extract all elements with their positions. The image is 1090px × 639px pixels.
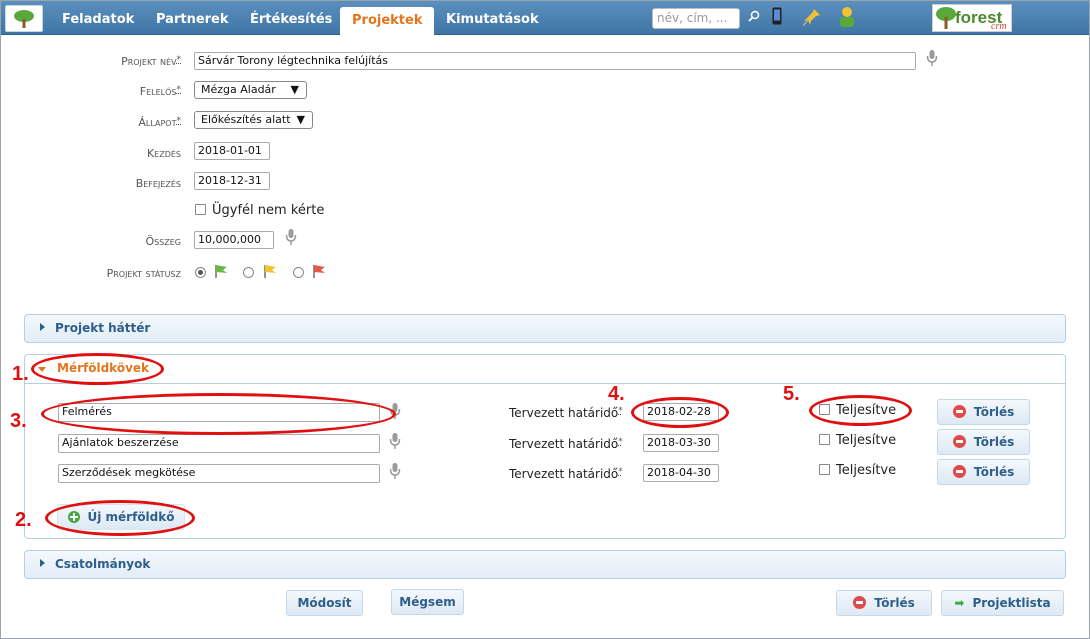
done-label: Teljesítve — [836, 463, 897, 478]
app-window: Feladatok Partnerek Értékesítés Projekte… — [0, 0, 1090, 639]
tab-kimutatasok[interactable]: Kimutatások — [446, 1, 539, 35]
yellow-flag-icon — [263, 264, 277, 278]
milestone-name-input[interactable]: Szerződések megkötése — [58, 464, 380, 483]
user-avatar-icon[interactable] — [837, 5, 857, 27]
section-title: Projekt háttér — [55, 321, 151, 335]
state-label: Állapot* — [138, 116, 181, 129]
deadline-label: Tervezett határidő* — [509, 437, 623, 451]
status-radio-red[interactable] — [293, 267, 304, 278]
search-icon[interactable] — [748, 10, 760, 30]
end-label: Befejezés — [135, 177, 181, 190]
milestone-name-input[interactable]: Ajánlatok beszerzése — [58, 434, 380, 453]
green-flag-icon — [214, 264, 228, 278]
microphone-icon[interactable] — [389, 432, 401, 449]
minus-circle-icon — [952, 435, 966, 448]
amount-label: Összeg — [145, 235, 181, 248]
annotation-ring — [809, 395, 912, 426]
start-date-input[interactable]: 2018-01-01 — [194, 142, 270, 160]
state-select[interactable]: Előkészítés alatt ▼ — [194, 111, 313, 129]
section-attachments[interactable]: Csatolmányok — [24, 550, 1066, 579]
brand-sub-text: crm — [991, 21, 1007, 31]
client-not-asked-checkbox[interactable] — [195, 204, 206, 215]
annotation-ring — [31, 353, 164, 385]
deadline-input[interactable]: 2018-04-30 — [643, 464, 719, 482]
deadline-label: Tervezett határidő* — [509, 406, 623, 420]
brand-logo[interactable]: forest crm — [932, 4, 1012, 32]
milestones-header[interactable]: Mérföldkövek — [25, 355, 1065, 384]
mobile-phone-icon[interactable] — [772, 7, 782, 27]
client-not-asked-label: Ügyfél nem kérte — [212, 203, 325, 218]
annotation-number: 3. — [10, 410, 27, 432]
minus-circle-icon — [853, 596, 867, 609]
annotation-ring — [41, 393, 396, 435]
expand-arrow-icon — [40, 323, 45, 331]
project-status-label: Projekt státusz — [106, 267, 181, 280]
delete-milestone-button[interactable]: Törlés — [937, 459, 1030, 485]
delete-milestone-button[interactable]: Törlés — [937, 399, 1030, 425]
pin-icon[interactable] — [802, 7, 822, 27]
cancel-button[interactable]: Mégsem — [391, 589, 464, 615]
owner-label: Felelős* — [139, 85, 181, 98]
project-name-label: Projekt név* — [121, 55, 181, 68]
done-label: Teljesítve — [836, 433, 897, 448]
tab-partnerek[interactable]: Partnerek — [156, 1, 229, 35]
deadline-label: Tervezett határidő* — [509, 467, 623, 481]
annotation-number: 4. — [608, 383, 625, 405]
owner-select-value: Mézga Aladár — [201, 83, 276, 96]
owner-select[interactable]: Mézga Aladár ▼ — [194, 81, 307, 99]
state-select-value: Előkészítés alatt — [201, 113, 291, 126]
start-label: Kezdés — [146, 147, 181, 160]
search-input[interactable]: név, cím, ... — [652, 8, 740, 29]
delete-project-button[interactable]: Törlés — [836, 590, 932, 616]
annotation-number: 5. — [783, 383, 800, 405]
microphone-icon[interactable] — [285, 228, 297, 245]
annotation-ring — [631, 397, 729, 428]
expand-arrow-icon — [40, 559, 45, 567]
annotation-number: 2. — [15, 509, 32, 531]
delete-milestone-button[interactable]: Törlés — [937, 429, 1030, 455]
microphone-icon[interactable] — [926, 49, 938, 66]
annotation-ring — [45, 500, 195, 536]
modify-button[interactable]: Módosít — [286, 590, 363, 616]
amount-input[interactable]: 10,000,000 — [194, 231, 274, 249]
end-date-input[interactable]: 2018-12-31 — [194, 172, 270, 190]
minus-circle-icon — [952, 465, 966, 478]
chevron-down-icon: ▼ — [290, 83, 299, 96]
home-tree-icon[interactable] — [5, 5, 43, 32]
tab-ertekesites[interactable]: Értékesítés — [250, 1, 332, 35]
status-radio-yellow[interactable] — [243, 267, 254, 278]
red-flag-icon — [312, 264, 326, 278]
tab-feladatok[interactable]: Feladatok — [62, 1, 134, 35]
project-list-button[interactable]: ➡ Projektlista — [941, 590, 1064, 616]
chevron-down-icon: ▼ — [296, 113, 305, 126]
done-checkbox[interactable] — [819, 464, 830, 475]
microphone-icon[interactable] — [389, 462, 401, 479]
tab-projektek[interactable]: Projektek — [340, 7, 435, 35]
project-name-input[interactable]: Sárvár Torony légtechnika felújítás — [194, 52, 916, 70]
done-checkbox[interactable] — [819, 434, 830, 445]
top-nav: Feladatok Partnerek Értékesítés Projekte… — [1, 1, 1089, 35]
section-project-background[interactable]: Projekt háttér — [24, 314, 1066, 343]
annotation-number: 1. — [12, 363, 29, 385]
section-title: Csatolmányok — [55, 557, 151, 571]
arrow-right-icon: ➡ — [954, 596, 965, 610]
status-radio-green[interactable] — [195, 267, 206, 278]
deadline-input[interactable]: 2018-03-30 — [643, 434, 719, 452]
minus-circle-icon — [952, 405, 966, 418]
